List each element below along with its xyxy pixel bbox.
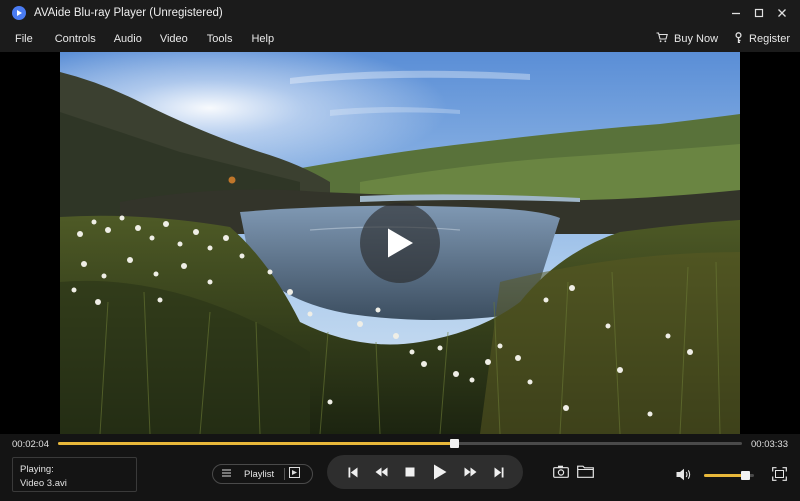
volume-handle[interactable] [740,471,750,480]
play-logo-icon [12,6,26,20]
register-label: Register [749,33,790,45]
window-title: AVAide Blu-ray Player (Unregistered) [34,7,223,19]
volume-level [704,474,745,477]
play-icon[interactable] [433,464,447,480]
buy-now-label: Buy Now [674,33,719,45]
playlist-label: Playlist [244,468,275,480]
close-icon[interactable] [772,3,792,23]
skip-previous-icon[interactable] [348,467,358,478]
play-overlay-button[interactable] [360,203,440,283]
video-area[interactable] [0,52,800,434]
register-button[interactable]: Register [734,31,790,47]
menu-bar: File Controls Audio Video Tools Help Buy… [0,26,800,52]
title-bar: AVAide Blu-ray Player (Unregistered) [0,0,800,26]
menu-controls[interactable]: Controls [55,33,96,45]
current-time: 00:02:04 [12,439,49,450]
menu-video[interactable]: Video [160,33,188,45]
skip-next-icon[interactable] [494,467,504,478]
volume-icon[interactable] [676,468,692,481]
volume-slider[interactable] [704,471,754,480]
now-playing-file: Video 3.avi [20,478,67,489]
seek-handle[interactable] [450,439,460,448]
menu-help[interactable]: Help [251,33,274,45]
maximize-icon[interactable] [749,3,769,23]
stop-icon[interactable] [405,467,415,477]
menu-audio[interactable]: Audio [114,33,142,45]
play-icon [388,228,413,258]
rewind-icon[interactable] [375,467,388,477]
minimize-icon[interactable] [726,3,746,23]
list-icon [222,468,231,480]
now-playing-label: Playing: [20,464,54,475]
now-playing-box: Playing: Video 3.avi [12,457,137,492]
add-icon[interactable] [289,467,301,481]
total-time: 00:03:33 [751,439,788,450]
buy-now-button[interactable]: Buy Now [656,32,718,46]
seek-bar[interactable] [58,439,742,448]
menu-tools[interactable]: Tools [207,33,233,45]
fullscreen-icon[interactable] [772,467,787,481]
camera-icon[interactable] [553,465,569,478]
seek-progress [58,442,455,445]
playlist-button[interactable]: Playlist [212,464,313,484]
menu-file[interactable]: File [15,33,33,45]
transport-controls [327,455,523,489]
video-frame [60,52,740,434]
control-bar: 00:02:04 00:03:33 Playing: Video 3.avi P… [0,434,800,501]
fast-forward-icon[interactable] [464,467,477,477]
playlist-divider [284,468,286,480]
cart-icon [656,32,668,46]
folder-icon[interactable] [577,465,594,478]
key-icon [734,31,743,47]
